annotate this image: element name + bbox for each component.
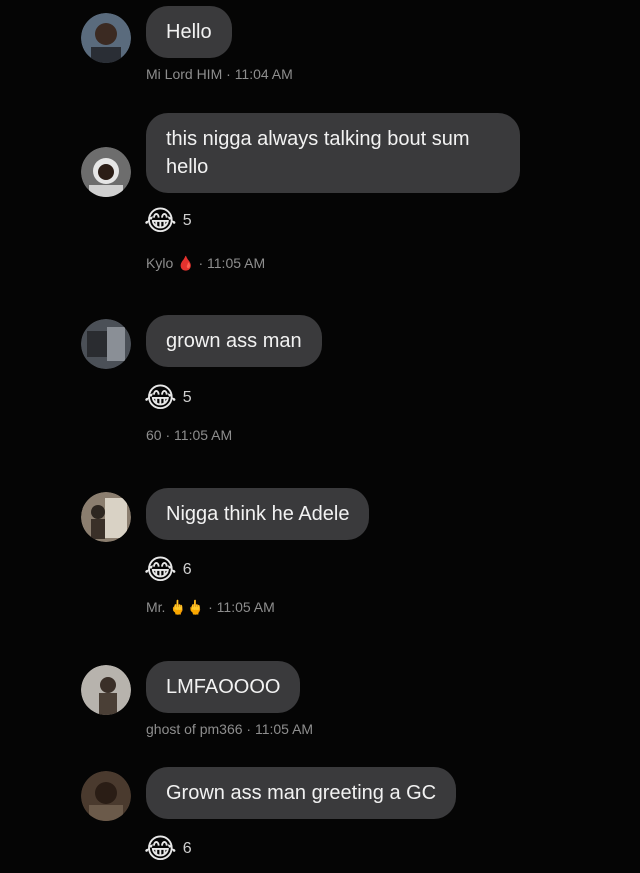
face-with-tears-of-joy-icon: 😂 bbox=[144, 204, 177, 237]
reaction-pill[interactable]: 😂 5 bbox=[144, 206, 192, 236]
message-bubble[interactable]: LMFAOOOO bbox=[146, 661, 301, 713]
avatar[interactable] bbox=[81, 492, 131, 542]
timestamp: 11:05 AM bbox=[174, 427, 233, 443]
avatar[interactable] bbox=[81, 319, 131, 369]
avatar[interactable] bbox=[81, 771, 131, 821]
reaction-pill[interactable]: 😂 6 bbox=[144, 555, 192, 585]
timestamp: 11:05 AM bbox=[254, 721, 314, 737]
message-bubble[interactable]: Nigga think he Adele bbox=[146, 488, 370, 540]
reaction-count: 5 bbox=[182, 389, 192, 406]
middle-finger-icon: 🖕🖕 bbox=[169, 600, 205, 616]
face-with-tears-of-joy-icon: 😂 bbox=[144, 832, 177, 865]
sender-name: 60 bbox=[146, 427, 162, 443]
separator: · bbox=[198, 255, 204, 271]
timestamp: 11:04 AM bbox=[234, 66, 293, 82]
message-meta: 60 · 11:05 AM bbox=[146, 427, 232, 443]
message-bubble[interactable]: this nigga always talking bout sum hello bbox=[146, 113, 520, 193]
message-meta: Kylo 🩸 · 11:05 AM bbox=[146, 255, 265, 272]
message-meta: ghost of pm366 · 11:05 AM bbox=[146, 721, 313, 737]
drop-of-blood-icon: 🩸 bbox=[177, 256, 195, 272]
sender-name: Mr. bbox=[146, 599, 166, 615]
reaction-count: 6 bbox=[182, 840, 192, 857]
separator: · bbox=[246, 721, 252, 737]
avatar[interactable] bbox=[81, 13, 131, 63]
timestamp: 11:05 AM bbox=[216, 599, 275, 615]
timestamp: 11:05 AM bbox=[207, 255, 266, 271]
message-bubble[interactable]: Hello bbox=[146, 6, 232, 58]
message-bubble[interactable]: grown ass man bbox=[146, 315, 322, 367]
message-meta: Mr. 🖕🖕 · 11:05 AM bbox=[146, 599, 275, 616]
reaction-pill[interactable]: 😂 5 bbox=[144, 383, 192, 413]
message-meta: Mi Lord HIM · 11:04 AM bbox=[146, 66, 293, 82]
avatar[interactable] bbox=[81, 665, 131, 715]
message-bubble[interactable]: Grown ass man greeting a GC bbox=[146, 767, 457, 819]
reaction-count: 6 bbox=[182, 561, 192, 578]
sender-name: Mi Lord HIM bbox=[146, 66, 223, 82]
sender-name: Kylo bbox=[146, 255, 174, 271]
separator: · bbox=[165, 427, 171, 443]
reaction-pill[interactable]: 😂 6 bbox=[144, 834, 192, 864]
face-with-tears-of-joy-icon: 😂 bbox=[144, 553, 177, 586]
reaction-count: 5 bbox=[182, 212, 192, 229]
separator: · bbox=[226, 66, 231, 82]
separator: · bbox=[208, 599, 213, 615]
sender-name: ghost of pm366 bbox=[146, 721, 243, 737]
avatar[interactable] bbox=[81, 147, 131, 197]
face-with-tears-of-joy-icon: 😂 bbox=[144, 381, 177, 414]
